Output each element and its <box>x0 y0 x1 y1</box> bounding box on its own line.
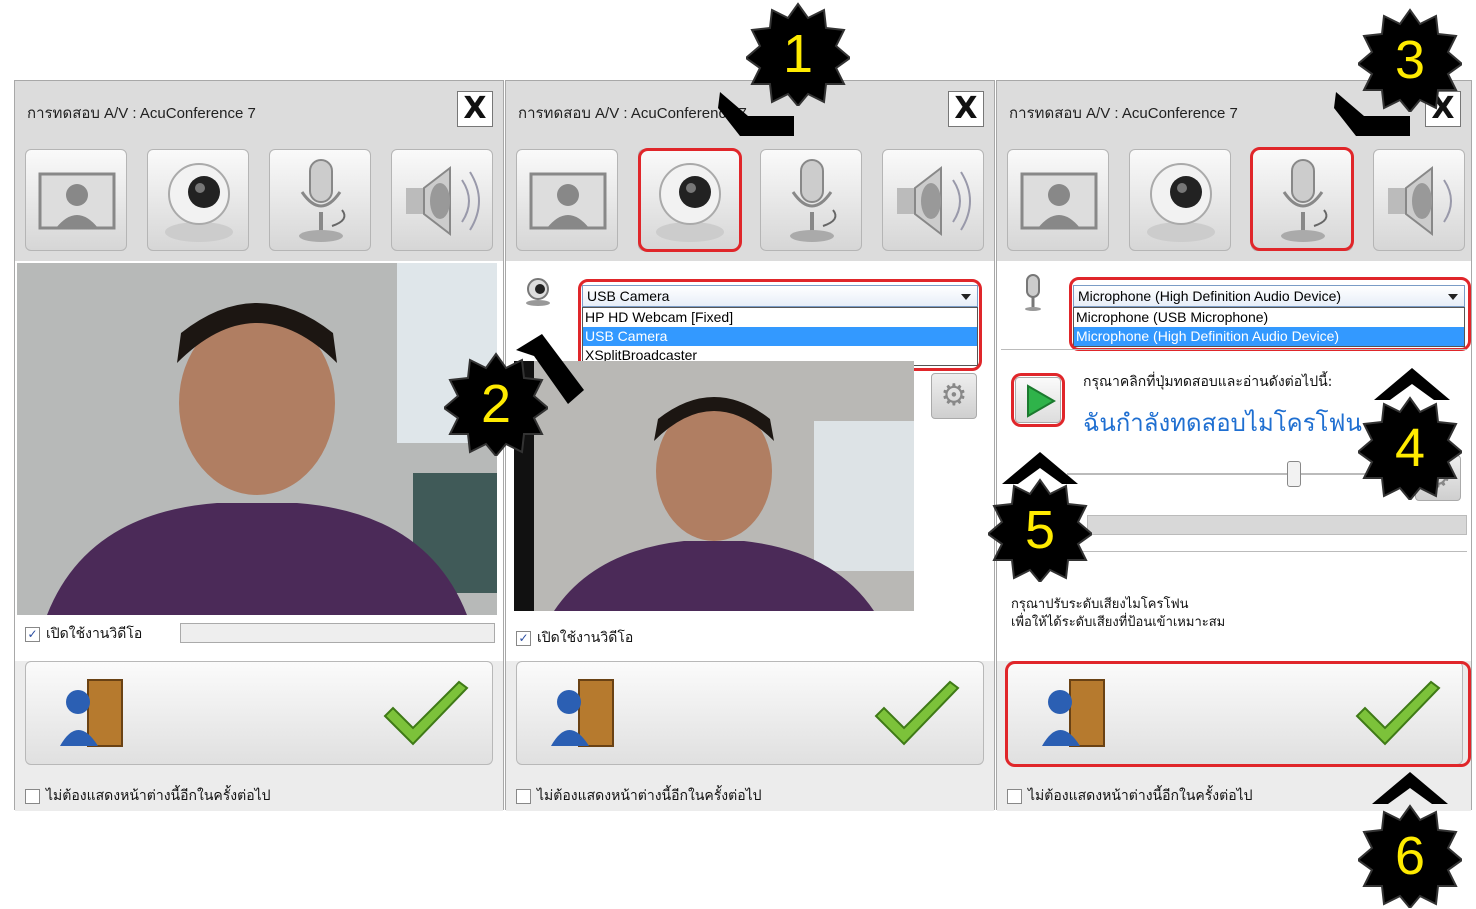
window-title: การทดสอบ A/V : AcuConference 7 <box>518 105 747 122</box>
mic-dropdown-highlight <box>1069 277 1471 351</box>
action-bar <box>516 661 984 765</box>
badge-number: 4 <box>1394 418 1426 478</box>
video-preview <box>17 263 497 615</box>
tab-webcam[interactable] <box>147 149 249 251</box>
screen-icon <box>38 172 116 230</box>
tab-screen[interactable] <box>516 149 618 251</box>
enable-video-checkbox[interactable]: ✓ <box>25 626 40 642</box>
badge-number: 2 <box>480 374 512 434</box>
tab-bar <box>506 141 994 261</box>
microphone-icon <box>299 159 346 242</box>
camera-dropdown-highlight <box>578 279 982 371</box>
screen-icon <box>1020 172 1098 230</box>
tab-screen[interactable] <box>25 149 127 251</box>
tab-bar <box>997 141 1471 261</box>
enable-video-label: เปิดใช้งานวิดีโอ <box>537 630 634 646</box>
person-video <box>17 263 497 615</box>
volume-slider-track <box>1067 473 1397 475</box>
dont-show-label: ไม่ต้องแสดงหน้าต่างนี้อีกในครั้งต่อไป <box>46 788 271 804</box>
enable-video-label: เปิดใช้งานวิดีโอ <box>46 626 143 642</box>
video-pane: ✓ เปิดใช้งานวิดีโอ <box>15 261 503 661</box>
dont-show-checkbox[interactable] <box>1007 788 1022 804</box>
play-button-highlight <box>1011 373 1065 427</box>
mic-test-phrase: ฉันกำลังทดสอบไมโครโฟน <box>1083 409 1362 437</box>
speaker-icon <box>406 165 480 237</box>
dont-show-row[interactable]: ไม่ต้องแสดงหน้าต่างนี้อีกในครั้งต่อไป <box>1007 785 1253 807</box>
exit-door-icon[interactable] <box>547 674 637 754</box>
screen-icon <box>529 172 607 230</box>
annotation-badge-4: 4 <box>1358 396 1462 500</box>
microphone-tab-highlight <box>1250 147 1354 251</box>
dont-show-label: ไม่ต้องแสดงหน้าต่างนี้อีกในครั้งต่อไป <box>1028 788 1253 804</box>
volume-slider-thumb[interactable] <box>1287 461 1301 487</box>
footer: ไม่ต้องแสดงหน้าต่างนี้อีกในครั้งต่อไป <box>15 661 503 811</box>
exit-door-icon[interactable] <box>56 674 146 754</box>
mic-level-meter <box>1087 515 1467 535</box>
tab-screen[interactable] <box>1007 149 1109 251</box>
tab-speaker[interactable] <box>882 149 984 251</box>
microphone-icon <box>790 159 837 242</box>
title-bar: การทดสอบ A/V : AcuConference 7 X <box>15 81 503 141</box>
camera-small-icon <box>526 278 550 306</box>
av-test-window-2: การทดสอบ A/V : AcuConference 7 X USB Cam… <box>505 80 995 811</box>
action-bar <box>25 661 493 765</box>
badge-number: 5 <box>1024 500 1056 560</box>
webcam-icon <box>1147 163 1215 242</box>
annotation-badge-2: 2 <box>444 352 548 456</box>
annotation-chevron-6 <box>1372 772 1448 804</box>
webcam-icon <box>165 163 233 242</box>
badge-number: 1 <box>782 24 814 84</box>
badge-number: 3 <box>1394 30 1426 90</box>
annotation-badge-3: 3 <box>1358 8 1462 112</box>
window-title: การทดสอบ A/V : AcuConference 7 <box>27 105 256 122</box>
tab-microphone[interactable] <box>760 149 862 251</box>
enable-video-row[interactable]: ✓ เปิดใช้งานวิดีโอ <box>25 623 142 645</box>
tab-speaker[interactable] <box>391 149 493 251</box>
annotation-badge-6: 6 <box>1358 804 1462 908</box>
gear-icon[interactable]: ⚙ <box>931 373 977 419</box>
close-button[interactable]: X <box>457 91 493 127</box>
window-title: การทดสอบ A/V : AcuConference 7 <box>1009 105 1238 122</box>
enable-video-checkbox[interactable]: ✓ <box>516 630 531 646</box>
video-progress <box>180 623 495 643</box>
checkmark-icon[interactable] <box>872 680 962 750</box>
tab-microphone[interactable] <box>269 149 371 251</box>
mic-instruction: กรุณาคลิกที่ปุ่มทดสอบและอ่านดังต่อไปนี้: <box>1083 374 1333 390</box>
mic-adjust-line2: เพื่อให้ได้ระดับเสียงที่ป้อนเข้าเหมาะสม <box>1011 615 1226 630</box>
annotation-badge-1: 1 <box>746 2 850 106</box>
dont-show-label: ไม่ต้องแสดงหน้าต่างนี้อีกในครั้งต่อไป <box>537 788 762 804</box>
webcam-tab-highlight <box>638 148 742 252</box>
dont-show-checkbox[interactable] <box>516 788 531 804</box>
action-bar-highlight <box>1005 661 1471 767</box>
mic-small-icon <box>1025 274 1041 311</box>
checkmark-icon[interactable] <box>381 680 471 750</box>
badge-number: 6 <box>1394 826 1426 886</box>
dont-show-row[interactable]: ไม่ต้องแสดงหน้าต่างนี้อีกในครั้งต่อไป <box>516 785 762 807</box>
tab-speaker[interactable] <box>1373 149 1465 251</box>
footer: ไม่ต้องแสดงหน้าต่างนี้อีกในครั้งต่อไป <box>506 661 994 811</box>
av-test-window-1: การทดสอบ A/V : AcuConference 7 X ✓ เปิดใ… <box>14 80 504 811</box>
camera-pane: USB Camera HP HD Webcam [Fixed] USB Came… <box>506 261 994 661</box>
annotation-badge-5: 5 <box>988 478 1092 582</box>
tab-webcam[interactable] <box>1129 149 1231 251</box>
tab-bar <box>15 141 503 261</box>
divider <box>1001 349 1467 350</box>
speaker-icon <box>1388 165 1452 237</box>
speaker-icon <box>897 165 971 237</box>
dont-show-row[interactable]: ไม่ต้องแสดงหน้าต่างนี้อีกในครั้งต่อไป <box>25 785 271 807</box>
dont-show-checkbox[interactable] <box>25 788 40 804</box>
close-button[interactable]: X <box>948 91 984 127</box>
enable-video-row[interactable]: ✓ เปิดใช้งานวิดีโอ <box>516 627 633 649</box>
